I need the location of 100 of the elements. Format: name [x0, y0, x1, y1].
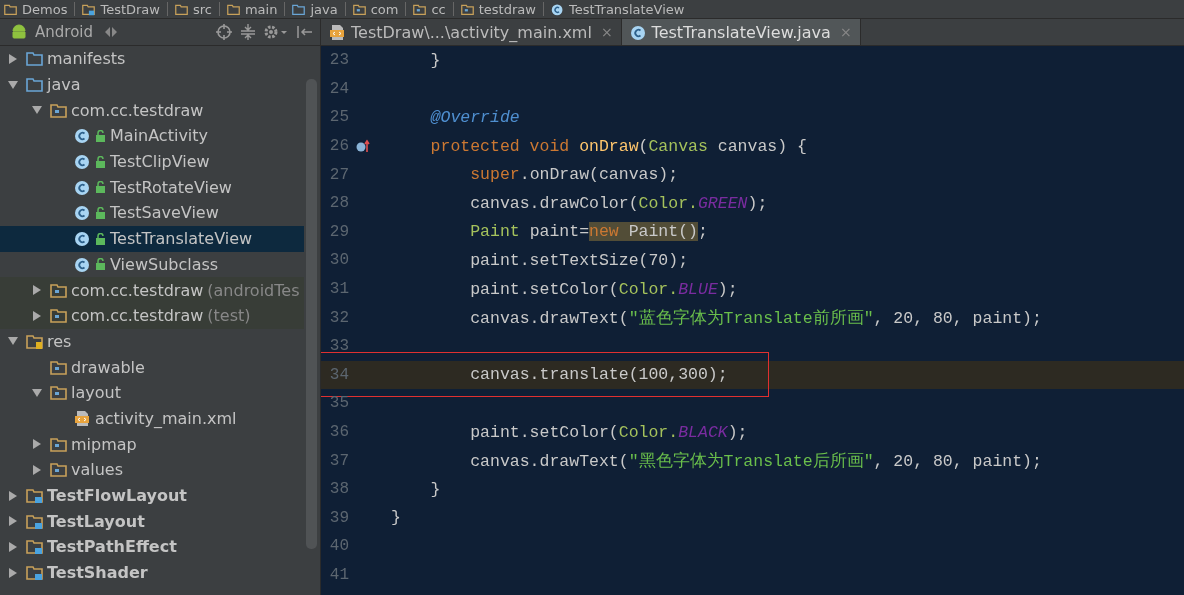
xml-file-icon: [329, 23, 346, 41]
tree-item[interactable]: TestFlowLayout: [0, 482, 304, 509]
expanded-arrow-icon[interactable]: [32, 105, 42, 116]
resource-folder-icon: [26, 332, 43, 350]
code-line: canvas.drawText("蓝色字体为Translate前所画", 20, 80, paint);: [469, 307, 1042, 330]
collapsed-arrow-icon[interactable]: [32, 439, 42, 450]
line-number: 34: [328, 365, 349, 384]
folder-icon: [26, 76, 43, 94]
package-folder-icon: [413, 2, 427, 16]
target-icon[interactable]: [215, 23, 233, 41]
tree-item[interactable]: java: [0, 71, 304, 98]
view-selector[interactable]: Android: [35, 23, 93, 41]
folder-icon: [292, 2, 306, 16]
tree-item[interactable]: layout: [0, 379, 304, 406]
tree-item[interactable]: manifests: [0, 46, 304, 72]
collapsed-arrow-icon[interactable]: [32, 464, 42, 475]
collapsed-arrow-icon[interactable]: [8, 516, 18, 527]
line-number: 41: [328, 566, 349, 584]
collapsed-arrow-icon[interactable]: [32, 285, 42, 296]
lock-icon: [95, 232, 106, 245]
module-folder-icon: [26, 487, 43, 505]
tree-item[interactable]: TestClipView: [0, 148, 304, 175]
line-number: 40: [328, 537, 349, 556]
tree-item[interactable]: TestPathEffect: [0, 534, 304, 560]
hide-panel-icon[interactable]: [296, 23, 314, 41]
class-icon: [74, 204, 91, 222]
breadcrumb-item[interactable]: TestDraw: [100, 1, 160, 17]
expanded-arrow-icon[interactable]: [8, 79, 18, 90]
line-number: 25: [328, 108, 349, 127]
editor-tab[interactable]: TestDraw\...\activity_main.xml ×: [321, 19, 622, 45]
tree-item[interactable]: TestRotateView: [0, 174, 304, 201]
scope-label: (test): [207, 306, 251, 326]
line-number: 33: [328, 337, 349, 356]
editor-tab[interactable]: TestTranslateView.java ×: [621, 19, 861, 45]
line-number: 32: [328, 308, 349, 327]
package-folder-icon: [50, 101, 67, 119]
tree-item[interactable]: TestShader: [0, 559, 304, 586]
line-number: 24: [328, 79, 349, 98]
tree-item[interactable]: res: [0, 328, 304, 355]
tree-item[interactable]: ViewSubclass: [0, 251, 304, 278]
lock-icon: [95, 258, 106, 271]
module-folder-icon: [82, 2, 96, 16]
line-number: 30: [328, 251, 349, 270]
line-number: 29: [328, 222, 349, 241]
line-number: 26: [328, 137, 349, 156]
tree-item[interactable]: TestSaveView: [0, 200, 304, 226]
collapsed-arrow-icon[interactable]: [8, 541, 18, 552]
class-icon: [74, 127, 91, 145]
collapse-icon[interactable]: [240, 23, 256, 41]
lock-icon: [95, 206, 106, 219]
tree-item[interactable]: values: [0, 457, 304, 483]
line-number: 35: [328, 394, 349, 413]
collapsed-arrow-icon[interactable]: [8, 490, 18, 501]
tree-item[interactable]: com.cc.testdraw: [0, 97, 304, 124]
android-icon: [10, 23, 28, 41]
class-icon: [74, 230, 91, 248]
breadcrumb-item[interactable]: cc: [431, 1, 446, 17]
tree-item[interactable]: drawable: [0, 354, 304, 380]
class-icon: [74, 255, 91, 273]
breadcrumb-item[interactable]: TestTranslateView: [568, 1, 685, 17]
breadcrumb-item[interactable]: src: [192, 1, 212, 17]
class-icon: [629, 23, 647, 41]
tree-item[interactable]: com.cc.testdraw (test): [0, 302, 304, 329]
scope-label: (androidTes: [207, 280, 300, 300]
folder-icon: [226, 2, 240, 16]
folder-icon: [174, 2, 188, 16]
expanded-arrow-icon[interactable]: [32, 387, 42, 398]
switch-arrows-icon[interactable]: [104, 26, 118, 38]
breadcrumb-item[interactable]: testdraw: [478, 1, 536, 17]
code-line: protected void onDraw(Canvas canvas) {: [429, 135, 807, 158]
class-icon: [74, 153, 91, 171]
code-line: }: [429, 478, 441, 501]
breadcrumb-item[interactable]: com: [370, 1, 399, 17]
breadcrumb-item[interactable]: java: [310, 1, 338, 17]
collapsed-arrow-icon[interactable]: [8, 53, 18, 64]
code-line: canvas.drawText("黑色字体为Translate后所画", 20, 80, paint);: [469, 450, 1042, 473]
class-icon: [74, 178, 91, 196]
tree-item[interactable]: MainActivity: [0, 123, 304, 149]
tree-item[interactable]: TestLayout: [0, 508, 304, 535]
tree-item[interactable]: activity_main.xml: [0, 405, 304, 432]
tree-item[interactable]: com.cc.testdraw (androidTes: [0, 277, 304, 303]
code-line: canvas.drawColor(Color.GREEN);: [469, 192, 768, 215]
tree-item[interactable]: mipmap: [0, 431, 304, 457]
line-number: 23: [328, 51, 349, 70]
package-folder-icon: [50, 307, 67, 325]
close-button[interactable]: ×: [600, 24, 613, 40]
line-number: 36: [328, 423, 349, 441]
tree-item[interactable]: TestTranslateView: [0, 225, 304, 252]
folder-icon: [4, 2, 17, 16]
breadcrumb-item[interactable]: Demos: [22, 1, 68, 17]
settings-icon[interactable]: [263, 23, 289, 41]
code-line: }: [391, 507, 401, 530]
package-folder-icon: [50, 384, 67, 402]
expanded-arrow-icon[interactable]: [8, 336, 18, 347]
package-folder-icon: [352, 2, 366, 16]
collapsed-arrow-icon[interactable]: [32, 310, 42, 321]
package-folder-icon: [50, 461, 67, 479]
override-marker-icon[interactable]: [356, 139, 370, 154]
breadcrumb-item[interactable]: main: [244, 1, 278, 17]
collapsed-arrow-icon[interactable]: [8, 567, 18, 578]
